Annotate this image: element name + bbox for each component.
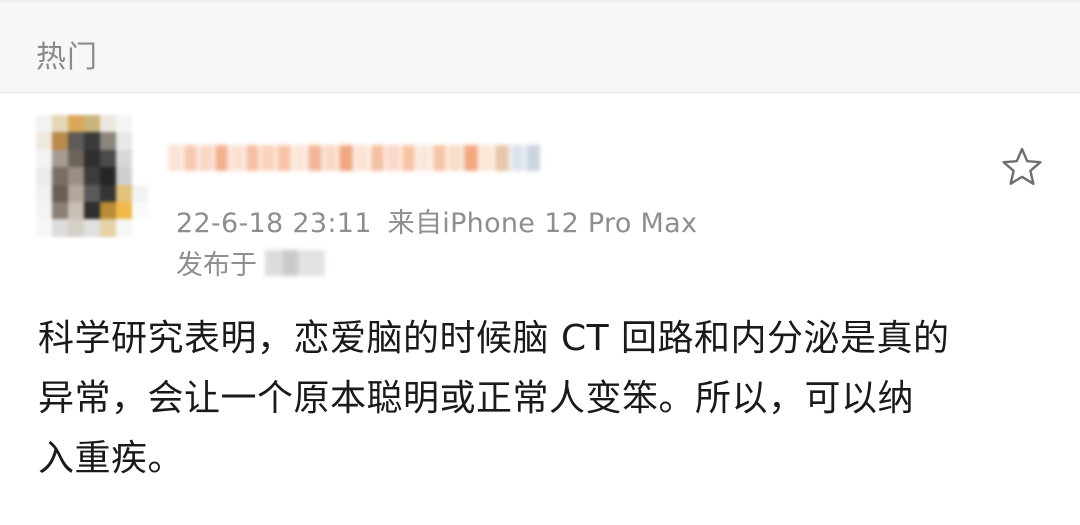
username-pixel (401, 145, 416, 171)
avatar-pixel (36, 184, 52, 202)
username-pixel (168, 145, 182, 171)
username-pixel (526, 145, 540, 171)
username-pixel (230, 145, 244, 171)
section-title: 热门 (36, 40, 98, 75)
username-pixel (323, 145, 338, 171)
avatar-pixel (68, 167, 84, 185)
username-pixel (214, 145, 229, 171)
username-pixel (339, 145, 353, 171)
avatar-pixel (36, 132, 52, 150)
post-timestamp: 22-6-18 23:11 (176, 208, 372, 239)
username-blurred[interactable] (168, 133, 540, 183)
avatar-pixel (84, 149, 100, 168)
avatar-pixel (100, 132, 116, 150)
avatar-pixel (100, 115, 116, 133)
username-pixel (245, 145, 260, 171)
avatar-pixel (52, 184, 68, 202)
avatar-pixel (116, 167, 132, 185)
avatar-pixel (68, 132, 84, 150)
avatar-pixel (52, 201, 68, 220)
avatar-pixel (116, 219, 132, 237)
avatar-pixel (68, 115, 84, 133)
username-pixel (292, 145, 307, 171)
content-line: 科学研究表明，恋爱脑的时候脑 CT 回路和内分泌是真的 (38, 318, 950, 359)
avatar-pixel (36, 167, 52, 185)
avatar-pixel (132, 115, 148, 133)
avatar-pixel (68, 201, 84, 220)
username-pixel (448, 145, 462, 171)
post-content: 科学研究表明，恋爱脑的时候脑 CT 回路和内分泌是真的 异常，会让一个原本聪明或… (38, 309, 1048, 489)
username-pixel (479, 145, 494, 171)
avatar-pixel (84, 219, 100, 237)
content-line: 入重疾。 (38, 438, 185, 479)
post-meta: 22-6-18 23:11 来自iPhone 12 Pro Max (176, 201, 697, 240)
username-pixel (308, 145, 322, 171)
username-pixel (261, 145, 276, 171)
avatar-pixel (100, 184, 116, 202)
avatar-pixel (68, 219, 84, 237)
avatar-pixel (100, 149, 116, 168)
avatar-pixel (100, 167, 116, 185)
content-line: 异常，会让一个原本聪明或正常人变笨。所以，可以纳 (38, 378, 915, 419)
username-pixel (463, 145, 478, 171)
avatar-pixel (52, 167, 68, 185)
avatar-pixel (52, 132, 68, 150)
avatar[interactable] (36, 115, 148, 237)
avatar-pixel (84, 184, 100, 202)
avatar-pixel (116, 201, 132, 220)
avatar-pixel (84, 115, 100, 133)
avatar-pixel (36, 115, 52, 133)
username-pixel (510, 145, 525, 171)
location-label: 发布于 (176, 250, 257, 281)
avatar-pixel (132, 167, 148, 185)
username-pixel (495, 145, 509, 171)
post-source: 来自iPhone 12 Pro Max (387, 208, 698, 239)
username-pixel (199, 145, 213, 171)
avatar-pixel (36, 201, 52, 220)
username-pixel (277, 145, 291, 171)
username-pixel (386, 145, 400, 171)
avatar-pixel (132, 219, 148, 237)
star-outline-icon[interactable] (1000, 145, 1044, 189)
avatar-pixel (68, 149, 84, 168)
username-pixel (183, 145, 198, 171)
avatar-pixel (84, 201, 100, 220)
post-card[interactable]: 22-6-18 23:11 来自iPhone 12 Pro Max 发布于 科学研… (0, 93, 1080, 525)
avatar-pixel (52, 115, 68, 133)
avatar-pixel (132, 201, 148, 220)
avatar-pixel (132, 184, 148, 202)
avatar-pixel (132, 149, 148, 168)
section-header: 热门 (0, 2, 1080, 93)
location-blurred (265, 249, 325, 276)
avatar-pixel (36, 149, 52, 168)
avatar-pixel (116, 184, 132, 202)
avatar-pixel (100, 201, 116, 220)
avatar-pixel (84, 132, 100, 150)
avatar-pixel (100, 219, 116, 237)
avatar-pixel (84, 167, 100, 185)
avatar-pixel (132, 132, 148, 150)
username-pixel (354, 145, 369, 171)
avatar-pixel (52, 149, 68, 168)
avatar-pixel (52, 219, 68, 237)
avatar-pixel (116, 115, 132, 133)
post-location: 发布于 (176, 243, 325, 282)
avatar-pixel (116, 132, 132, 150)
username-pixel (370, 145, 385, 171)
avatar-pixel (116, 149, 132, 168)
username-pixel (432, 145, 447, 171)
username-pixel (417, 145, 431, 171)
avatar-pixel (36, 219, 52, 237)
avatar-pixel (68, 184, 84, 202)
